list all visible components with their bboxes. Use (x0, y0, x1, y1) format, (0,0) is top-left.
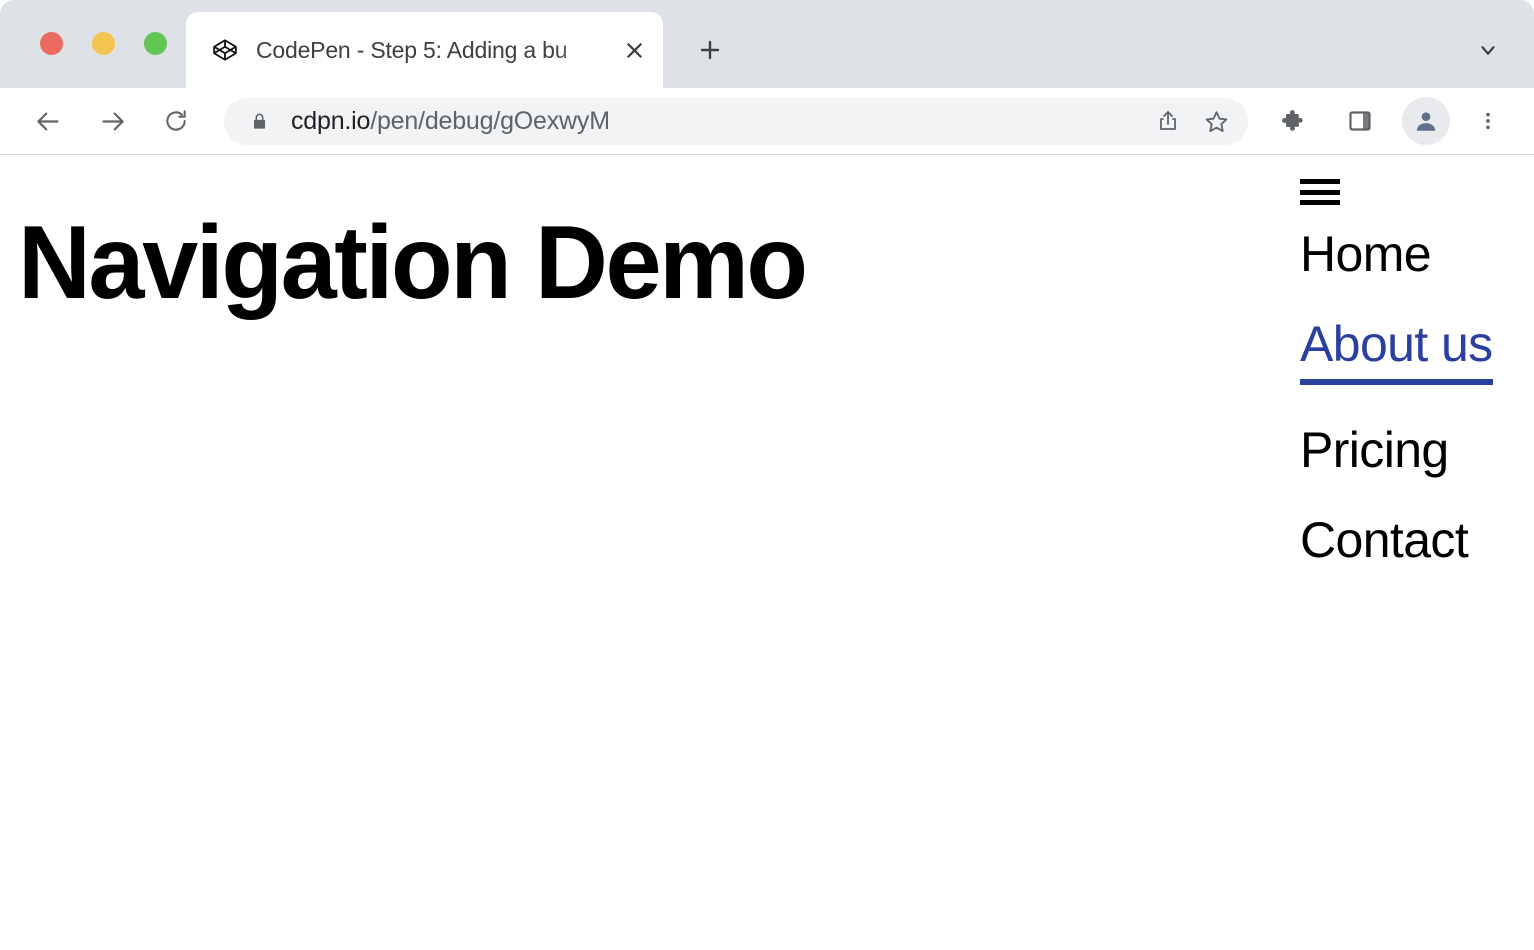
chevron-down-icon[interactable] (1464, 26, 1512, 74)
maximize-window-button[interactable] (144, 32, 167, 55)
list-item: Contact (1300, 515, 1501, 565)
tab-title: CodePen - Step 5: Adding a bu (256, 37, 611, 64)
page-title: Navigation Demo (18, 211, 806, 315)
list-item: Pricing (1300, 425, 1501, 475)
minimize-window-button[interactable] (92, 32, 115, 55)
nav-link-about-us[interactable]: About us (1300, 319, 1493, 385)
arrow-left-icon[interactable] (24, 97, 72, 145)
three-dot-menu-icon[interactable] (1464, 97, 1512, 145)
close-icon[interactable] (611, 27, 657, 73)
share-icon[interactable] (1146, 99, 1190, 143)
tab-strip: CodePen - Step 5: Adding a bu (0, 0, 1534, 88)
avatar-icon[interactable] (1402, 97, 1450, 145)
hamburger-menu-icon[interactable] (1300, 179, 1340, 205)
close-window-button[interactable] (40, 32, 63, 55)
address-bar[interactable]: cdpn.io/pen/debug/gOexwyM (224, 98, 1248, 145)
hamburger-bar-2 (1300, 190, 1340, 195)
url-text: cdpn.io/pen/debug/gOexwyM (291, 107, 1142, 136)
window-controls (40, 32, 167, 55)
browser-tab[interactable]: CodePen - Step 5: Adding a bu (186, 12, 663, 88)
codepen-logo-icon (212, 37, 238, 63)
list-item: Home (1300, 229, 1501, 279)
star-icon[interactable] (1194, 99, 1238, 143)
nav-link-contact[interactable]: Contact (1300, 515, 1468, 565)
hamburger-bar-3 (1300, 200, 1340, 205)
list-item: About us (1300, 319, 1501, 385)
nav-list: Home About us Pricing Contact (1300, 229, 1501, 565)
reload-icon[interactable] (152, 97, 200, 145)
url-path: /pen/debug/gOexwyM (370, 107, 610, 135)
browser-toolbar: cdpn.io/pen/debug/gOexwyM (0, 88, 1534, 155)
new-tab-button[interactable] (686, 26, 734, 74)
page-content: Navigation Demo Home About us Pricing Co… (0, 155, 1534, 950)
puzzle-icon[interactable] (1270, 97, 1318, 145)
arrow-right-icon[interactable] (88, 97, 136, 145)
lock-icon (250, 112, 269, 131)
url-host: cdpn.io (291, 107, 370, 135)
hamburger-bar-1 (1300, 179, 1340, 184)
browser-window: CodePen - Step 5: Adding a bu (0, 0, 1534, 950)
side-panel-icon[interactable] (1336, 97, 1384, 145)
nav-link-home[interactable]: Home (1300, 229, 1431, 279)
site-navigation: Home About us Pricing Contact (1300, 179, 1501, 565)
nav-link-pricing[interactable]: Pricing (1300, 425, 1449, 475)
